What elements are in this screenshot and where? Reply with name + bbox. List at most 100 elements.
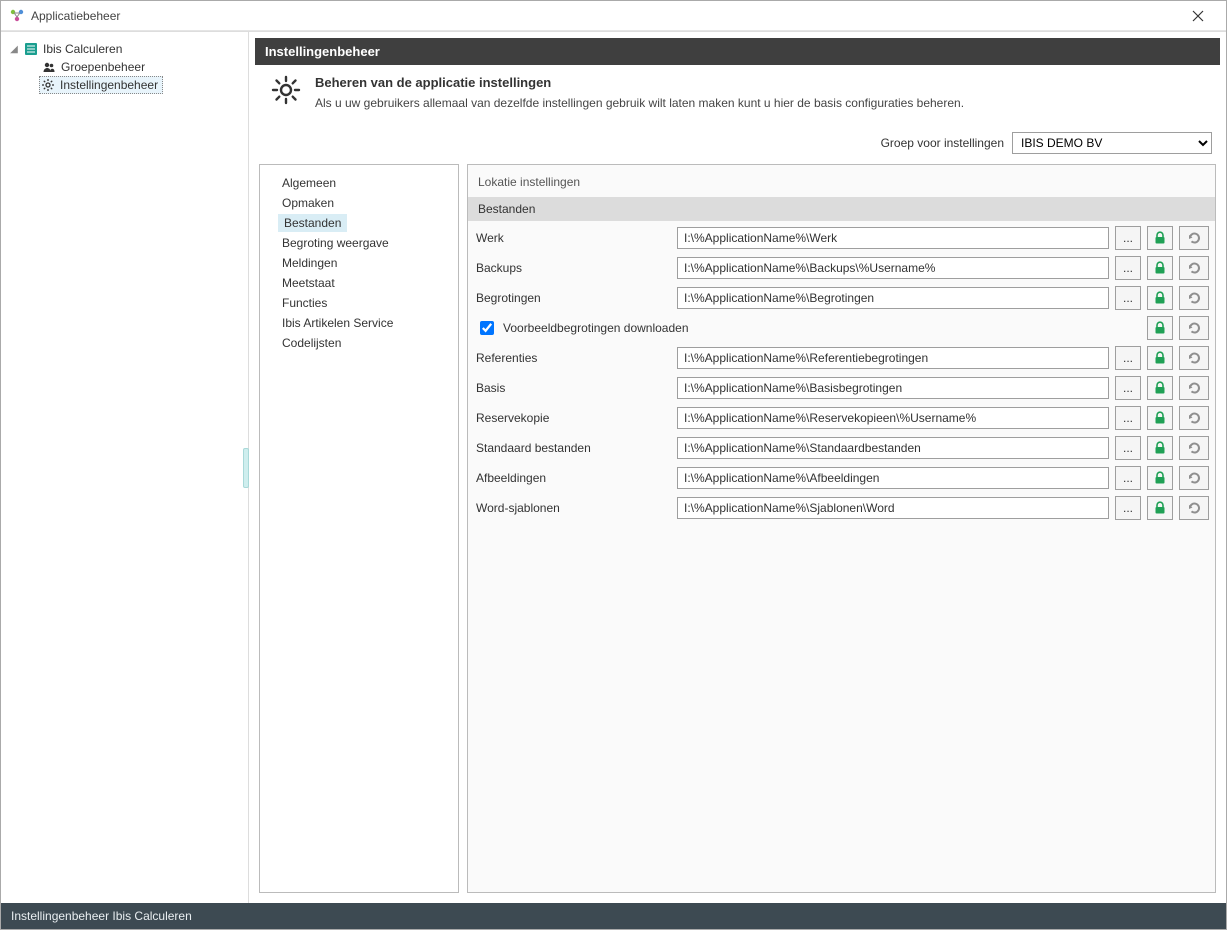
lock-button[interactable] xyxy=(1147,466,1173,490)
field-label: Word-sjablonen xyxy=(476,501,671,515)
undo-icon xyxy=(1186,320,1202,336)
window-title: Applicatiebeheer xyxy=(31,9,120,23)
reset-button[interactable] xyxy=(1179,346,1209,370)
lock-icon xyxy=(1153,441,1167,455)
field-row: Voorbeeldbegrotingen downloaden xyxy=(476,315,1209,341)
tab-bestanden[interactable]: Bestanden xyxy=(278,214,347,232)
browse-button[interactable]: ... xyxy=(1115,496,1141,520)
path-input[interactable] xyxy=(677,347,1109,369)
path-input[interactable] xyxy=(677,257,1109,279)
lock-button[interactable] xyxy=(1147,436,1173,460)
lock-button[interactable] xyxy=(1147,376,1173,400)
lock-button[interactable] xyxy=(1147,406,1173,430)
tab-algemeen[interactable]: Algemeen xyxy=(260,173,336,193)
browse-button[interactable]: ... xyxy=(1115,436,1141,460)
path-input[interactable] xyxy=(677,437,1109,459)
lock-button[interactable] xyxy=(1147,346,1173,370)
tree-root[interactable]: ◢ Ibis Calculeren xyxy=(9,40,248,58)
path-input[interactable] xyxy=(677,407,1109,429)
browse-button[interactable]: ... xyxy=(1115,256,1141,280)
tree-item-label: Groepenbeheer xyxy=(61,60,145,74)
reset-button[interactable] xyxy=(1179,496,1209,520)
field-label: Werk xyxy=(476,231,671,245)
field-label: Basis xyxy=(476,381,671,395)
reset-button[interactable] xyxy=(1179,436,1209,460)
undo-icon xyxy=(1186,350,1202,366)
lock-button[interactable] xyxy=(1147,496,1173,520)
reset-button[interactable] xyxy=(1179,406,1209,430)
intro-description: Als u uw gebruikers allemaal van dezelfd… xyxy=(315,96,964,110)
field-label: Begrotingen xyxy=(476,291,671,305)
lock-button[interactable] xyxy=(1147,286,1173,310)
undo-icon xyxy=(1186,260,1202,276)
reset-button[interactable] xyxy=(1179,226,1209,250)
field-label: Reservekopie xyxy=(476,411,671,425)
undo-icon xyxy=(1186,230,1202,246)
field-row: Backups... xyxy=(476,255,1209,281)
close-icon xyxy=(1192,10,1204,22)
reset-button[interactable] xyxy=(1179,286,1209,310)
path-input[interactable] xyxy=(677,287,1109,309)
tab-ibis-artikelen[interactable]: Ibis Artikelen Service xyxy=(260,313,393,333)
tab-meldingen[interactable]: Meldingen xyxy=(260,253,337,273)
reset-button[interactable] xyxy=(1179,466,1209,490)
lock-icon xyxy=(1153,501,1167,515)
browse-button[interactable]: ... xyxy=(1115,376,1141,400)
undo-icon xyxy=(1186,470,1202,486)
path-input[interactable] xyxy=(677,497,1109,519)
lock-icon xyxy=(1153,291,1167,305)
field-row: Standaard bestanden... xyxy=(476,435,1209,461)
intro-block: Beheren van de applicatie instellingen A… xyxy=(255,65,1220,128)
tab-codelijsten[interactable]: Codelijsten xyxy=(260,333,341,353)
reset-button[interactable] xyxy=(1179,256,1209,280)
lock-icon xyxy=(1153,411,1167,425)
status-bar: Instellingenbeheer Ibis Calculeren xyxy=(1,903,1226,929)
lock-button[interactable] xyxy=(1147,226,1173,250)
tree-item-instellingenbeheer[interactable]: Instellingenbeheer xyxy=(39,76,163,94)
lock-icon xyxy=(1153,381,1167,395)
tab-opmaken[interactable]: Opmaken xyxy=(260,193,334,213)
tab-functies[interactable]: Functies xyxy=(260,293,327,313)
path-input[interactable] xyxy=(677,377,1109,399)
nav-tree-pane: ◢ Ibis Calculeren Groepenbeheer xyxy=(1,32,249,903)
calculator-icon xyxy=(23,42,39,56)
tab-meetstaat[interactable]: Meetstaat xyxy=(260,273,335,293)
lock-button[interactable] xyxy=(1147,256,1173,280)
path-input[interactable] xyxy=(677,227,1109,249)
browse-button[interactable]: ... xyxy=(1115,226,1141,250)
browse-button[interactable]: ... xyxy=(1115,346,1141,370)
gear-icon xyxy=(271,75,301,108)
group-select[interactable]: IBIS DEMO BV xyxy=(1012,132,1212,154)
field-label: Referenties xyxy=(476,351,671,365)
tree-root-label: Ibis Calculeren xyxy=(43,42,122,56)
field-label: Backups xyxy=(476,261,671,275)
undo-icon xyxy=(1186,410,1202,426)
field-row: Afbeeldingen... xyxy=(476,465,1209,491)
gear-icon xyxy=(40,78,56,92)
download-examples-checkbox-label[interactable]: Voorbeeldbegrotingen downloaden xyxy=(476,318,1141,338)
path-input[interactable] xyxy=(677,467,1109,489)
browse-button[interactable]: ... xyxy=(1115,406,1141,430)
tree-item-groepenbeheer[interactable]: Groepenbeheer xyxy=(41,58,248,76)
field-row: Begrotingen... xyxy=(476,285,1209,311)
lock-icon xyxy=(1153,471,1167,485)
download-examples-checkbox[interactable] xyxy=(480,321,494,335)
undo-icon xyxy=(1186,290,1202,306)
close-button[interactable] xyxy=(1178,1,1218,31)
lock-icon xyxy=(1153,351,1167,365)
reset-button[interactable] xyxy=(1179,316,1209,340)
field-label: Standaard bestanden xyxy=(476,441,671,455)
field-row: Werk... xyxy=(476,225,1209,251)
lock-button[interactable] xyxy=(1147,316,1173,340)
tab-begroting-weergave[interactable]: Begroting weergave xyxy=(260,233,389,253)
field-row: Reservekopie... xyxy=(476,405,1209,431)
browse-button[interactable]: ... xyxy=(1115,466,1141,490)
users-icon xyxy=(41,60,57,74)
browse-button[interactable]: ... xyxy=(1115,286,1141,310)
panel-title: Lokatie instellingen xyxy=(468,165,1215,197)
settings-category-list: Algemeen Opmaken Bestanden Begroting wee… xyxy=(259,164,459,893)
group-select-label: Groep voor instellingen xyxy=(881,136,1004,150)
splitter-handle[interactable] xyxy=(243,448,249,488)
reset-button[interactable] xyxy=(1179,376,1209,400)
status-text: Instellingenbeheer Ibis Calculeren xyxy=(11,909,192,923)
